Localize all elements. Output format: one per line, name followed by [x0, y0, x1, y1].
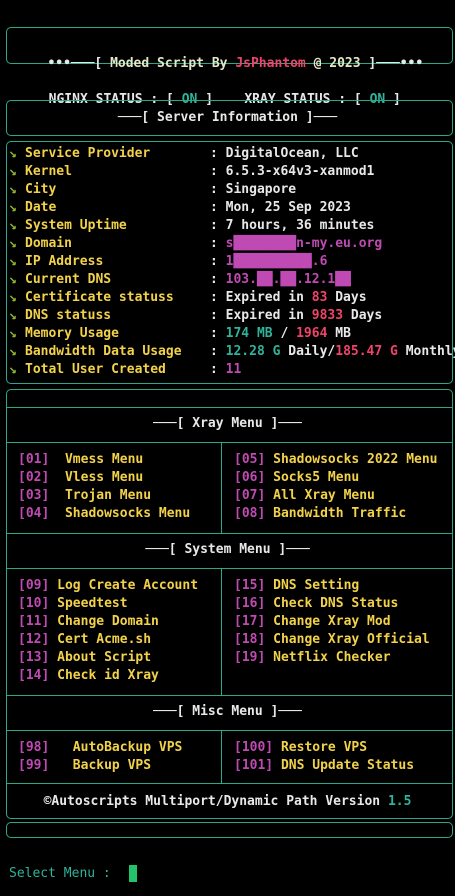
footer-box	[6, 822, 453, 838]
menu-item-shadowsocks[interactable]: [04] Shadowsocks Menu	[18, 505, 190, 523]
footer-version-line: ©Autoscripts Multiport/Dynamic Path Vers…	[43, 794, 412, 809]
menu-item-change-domain[interactable]: [11] Change Domain	[18, 613, 159, 631]
info-row-kernel: ↘ Kernel: 6.5.3-x64v3-xanmod1	[9, 164, 375, 179]
menu-item-check-id-xray[interactable]: [14] Check id Xray	[18, 667, 159, 685]
menu-item-vmess[interactable]: [01] Vmess Menu	[18, 451, 143, 469]
menu-item-dns-update-status[interactable]: [101] DNS Update Status	[234, 757, 414, 775]
system-menu-title: ───[ System Menu ]───	[145, 542, 310, 557]
info-row-city: ↘ City: Singapore	[9, 182, 297, 197]
menu-item-dns-setting[interactable]: [15] DNS Setting	[234, 577, 359, 595]
info-row-dns: ↘ Current DNS: 103.██.██.12.1██	[9, 272, 351, 287]
info-row-memory: ↘ Memory Usage: 174 MB / 1964 MB	[9, 326, 351, 341]
menu-item-netflix-checker[interactable]: [19] Netflix Checker	[234, 649, 391, 667]
xray-menu-title: ───[ Xray Menu ]───	[153, 416, 302, 431]
menu-item-backup[interactable]: [99] Backup VPS	[18, 757, 151, 775]
server-info-title: ───[ Server Information ]───	[117, 110, 338, 125]
menu-item-log-create-account[interactable]: [09] Log Create Account	[18, 577, 198, 595]
info-row-dns-status: ↘ DNS statuss: Expired in 9833 Days	[9, 308, 383, 323]
divider	[6, 568, 453, 569]
menu-item-change-xray-official[interactable]: [18] Change Xray Official	[234, 631, 430, 649]
version-number: 1.5	[387, 794, 412, 809]
menu-item-cert-acme[interactable]: [12] Cert Acme.sh	[18, 631, 151, 649]
info-row-bandwidth: ↘ Bandwidth Data Usage: 12.28 G Daily/185…	[9, 344, 455, 359]
divider	[6, 783, 453, 784]
menu-item-bandwidth-traffic[interactable]: [08] Bandwidth Traffic	[234, 505, 406, 523]
divider	[6, 695, 453, 696]
menu-item-vless[interactable]: [02] Vless Menu	[18, 469, 143, 487]
info-row-date: ↘ Date: Mon, 25 Sep 2023	[9, 200, 351, 215]
menu-item-check-dns-status[interactable]: [16] Check DNS Status	[234, 595, 398, 613]
menu-item-change-xray-mod[interactable]: [17] Change Xray Mod	[234, 613, 391, 631]
menu-item-about-script[interactable]: [13] About Script	[18, 649, 151, 667]
menu-item-speedtest[interactable]: [10] Speedtest	[18, 595, 128, 613]
menu-item-socks5[interactable]: [06] Socks5 Menu	[234, 469, 359, 487]
divider	[6, 407, 453, 408]
info-row-uptime: ↘ System Uptime: 7 hours, 36 minutes	[9, 218, 375, 233]
header-banner: •••───[ Moded Script By JsPhantom @ 2023…	[47, 56, 424, 71]
misc-menu-title: ───[ Misc Menu ]───	[153, 704, 302, 719]
divider	[6, 730, 453, 731]
divider	[6, 442, 453, 443]
menu-item-restore[interactable]: [100] Restore VPS	[234, 739, 367, 757]
menu-item-shadowsocks-2022[interactable]: [05] Shadowsocks 2022 Menu	[234, 451, 438, 469]
menu-item-autobackup[interactable]: [98] AutoBackup VPS	[18, 739, 182, 757]
menu-item-trojan[interactable]: [03] Trojan Menu	[18, 487, 151, 505]
menu-item-all-xray[interactable]: [07] All Xray Menu	[234, 487, 375, 505]
select-menu-prompt: Select Menu :	[9, 866, 119, 881]
column-divider	[221, 730, 222, 783]
info-row-provider: ↘ Service Provider: DigitalOcean, LLC	[9, 146, 359, 161]
info-row-domain: ↘ Domain: s████████n-my.eu.org	[9, 236, 383, 251]
info-row-ip: ↘ IP Address: 1██████████.6	[9, 254, 328, 269]
info-row-cert-status: ↘ Certificate statuss: Expired in 83 Days	[9, 290, 367, 305]
divider	[6, 533, 453, 534]
info-row-total-users: ↘ Total User Created: 11	[9, 362, 242, 377]
input-cursor[interactable]	[129, 865, 137, 882]
column-divider	[221, 442, 222, 533]
column-divider	[221, 568, 222, 695]
